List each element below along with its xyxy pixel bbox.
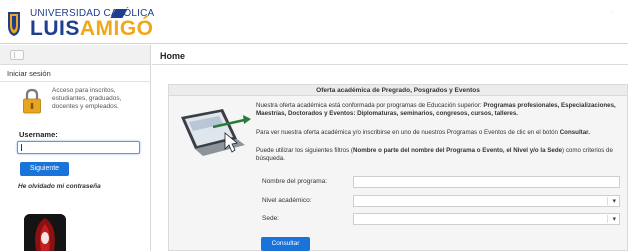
name-part-luis: LUIS — [30, 17, 80, 40]
page-title: Home — [160, 51, 186, 61]
university-name: LUISAMIGÓ — [30, 17, 154, 41]
filters-text-b: Nombre o parte del nombre del Programa o… — [352, 147, 563, 154]
filters-paragraph: Puede utilizar los siguientes filtros (N… — [256, 147, 628, 162]
page: UNIVERSIDAD CATÓLICA LUISAMIGÓ · Iniciar… — [0, 0, 628, 251]
username-label: Username: — [19, 130, 58, 139]
select-divider — [607, 215, 608, 223]
consult-button[interactable]: Consultar — [261, 237, 310, 251]
forgot-password-link[interactable]: He olvidado mi contraseña — [18, 183, 101, 190]
decorative-image — [24, 214, 66, 251]
username-field[interactable] — [17, 141, 140, 154]
academic-level-select[interactable] — [353, 195, 620, 207]
lock-icon — [23, 88, 41, 114]
panel-title: Oferta académica de Pregrado, Posgrados … — [169, 85, 627, 96]
login-title: Iniciar sesión — [7, 69, 51, 78]
program-name-input[interactable] — [353, 176, 620, 188]
instructions-text: Para ver nuestra oferta académica y/o in… — [256, 129, 560, 136]
program-name-label: Nombre del programa: — [262, 178, 328, 185]
instructions-consult: Consultar. — [559, 129, 590, 136]
text-caret — [21, 144, 22, 151]
select-divider — [607, 197, 608, 205]
intro-text: Nuestra oferta académica está conformada… — [256, 102, 484, 109]
sidebar-toggle-icon[interactable] — [10, 50, 24, 60]
access-description: Acceso para inscritos, estudiantes, grad… — [52, 87, 122, 110]
instructions-paragraph: Para ver nuestra oferta académica y/o in… — [256, 129, 628, 137]
divider — [0, 81, 150, 82]
top-dot: · — [612, 10, 614, 16]
academic-level-label: Nivel académico: — [262, 197, 312, 204]
sidebar-header — [0, 45, 150, 65]
filters-text-a: Puede utilizar los siguientes filtros ( — [256, 147, 353, 154]
campus-label: Sede: — [262, 215, 279, 222]
sidebar: Iniciar sesión Acceso para inscritos, es… — [0, 45, 151, 251]
name-part-amigo: AMIGÓ — [79, 17, 154, 40]
offer-panel: Oferta académica de Pregrado, Posgrados … — [168, 84, 628, 251]
top-bar: UNIVERSIDAD CATÓLICA LUISAMIGÓ · — [0, 0, 628, 44]
main-header: Home — [152, 45, 628, 65]
laptop-click-icon — [181, 109, 251, 156]
next-button[interactable]: Siguiente — [20, 162, 69, 176]
campus-select[interactable] — [353, 213, 620, 225]
intro-paragraph: Nuestra oferta académica está conformada… — [256, 102, 628, 117]
